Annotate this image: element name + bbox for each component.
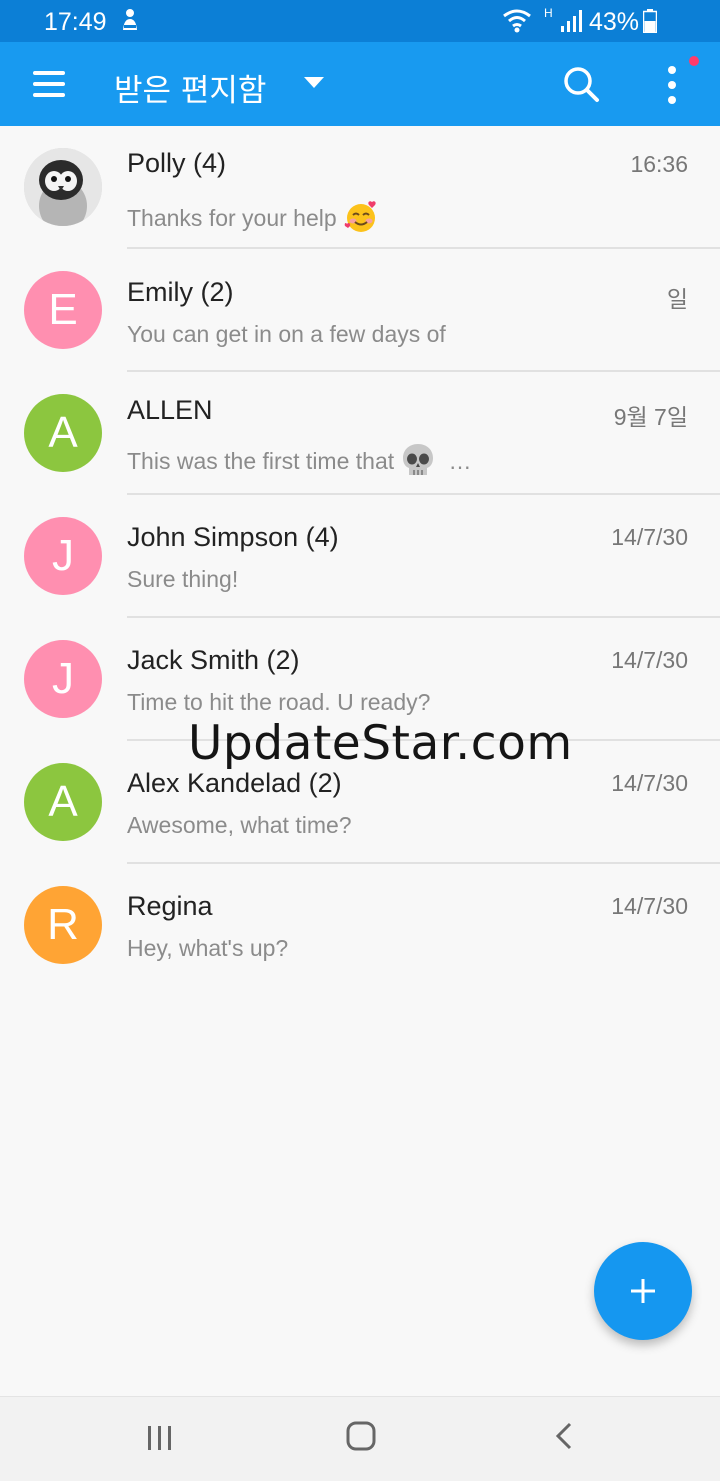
conversation-row[interactable]: E Emily (2) 일 You can get in on a few da… xyxy=(0,249,720,372)
navigation-bar xyxy=(0,1396,720,1481)
message-preview: Sure thing! xyxy=(127,566,239,592)
home-icon[interactable] xyxy=(344,1419,378,1458)
message-preview: Hey, what's up? xyxy=(127,935,289,961)
message-preview: Thanks for your help xyxy=(127,200,379,240)
message-preview: You can get in on a few days of xyxy=(127,321,446,347)
conversation-row[interactable]: J John Simpson (4) 14/7/30 Sure thing! xyxy=(0,495,720,618)
message-date: 14/7/30 xyxy=(611,770,688,796)
search-icon[interactable] xyxy=(560,63,602,105)
recents-icon[interactable] xyxy=(144,1423,176,1458)
message-preview: This was the first time that … xyxy=(127,442,472,484)
message-preview-text: Thanks for your help xyxy=(127,205,337,232)
message-date: 일 xyxy=(666,286,688,312)
app-bar: 받은 편지함 xyxy=(0,42,720,126)
avatar[interactable]: J xyxy=(24,640,102,718)
message-preview: Time to hit the road. U ready? xyxy=(127,689,431,715)
message-date: 14/7/30 xyxy=(611,524,688,550)
message-date: 16:36 xyxy=(630,151,688,177)
battery-icon xyxy=(642,9,658,38)
ellipsis: … xyxy=(448,448,472,475)
contact-name: Polly (4) xyxy=(127,148,227,178)
plus-icon xyxy=(631,1279,655,1303)
page-title[interactable]: 받은 편지함 xyxy=(114,65,266,110)
person-icon xyxy=(120,8,140,37)
message-preview: Awesome, what time? xyxy=(127,812,352,838)
avatar[interactable]: A xyxy=(24,394,102,472)
status-bar: 17:49 H 43% xyxy=(0,0,720,42)
avatar[interactable]: A xyxy=(24,763,102,841)
status-time: 17:49 xyxy=(44,8,107,36)
contact-name: Emily (2) xyxy=(127,277,234,307)
dropdown-arrow-icon[interactable] xyxy=(302,75,326,96)
avatar-photo[interactable] xyxy=(24,148,102,226)
message-preview-text: This was the first time that xyxy=(127,448,395,475)
avatar[interactable]: J xyxy=(24,517,102,595)
message-date: 14/7/30 xyxy=(611,893,688,919)
avatar[interactable]: E xyxy=(24,271,102,349)
conversation-row[interactable]: A ALLEN 9월 7일 This was the first time th… xyxy=(0,372,720,495)
contact-name: Regina xyxy=(127,891,213,921)
contact-name: Jack Smith (2) xyxy=(127,645,300,675)
hamburger-menu-icon[interactable] xyxy=(30,66,68,102)
conversation-row[interactable]: Polly (4) 16:36 Thanks for your help xyxy=(0,126,720,249)
notification-dot xyxy=(689,56,699,66)
signal-icon xyxy=(560,9,584,38)
compose-button[interactable] xyxy=(594,1242,692,1340)
smiling-face-with-hearts-emoji xyxy=(343,200,379,240)
wifi-icon xyxy=(502,7,532,40)
network-type-label: H xyxy=(544,6,553,20)
message-date: 14/7/30 xyxy=(611,647,688,673)
battery-level: 43% xyxy=(589,8,640,36)
skull-emoji xyxy=(400,442,436,484)
more-vertical-icon[interactable] xyxy=(655,62,689,108)
contact-name: John Simpson (4) xyxy=(127,522,339,552)
conversation-row[interactable]: R Regina 14/7/30 Hey, what's up? xyxy=(0,864,720,987)
watermark: UpdateStar.com xyxy=(188,716,573,771)
message-date: 9월 7일 xyxy=(613,404,688,430)
avatar[interactable]: R xyxy=(24,886,102,964)
contact-name: ALLEN xyxy=(127,395,213,425)
contact-name: Alex Kandelad (2) xyxy=(127,768,342,798)
back-icon[interactable] xyxy=(552,1421,576,1456)
